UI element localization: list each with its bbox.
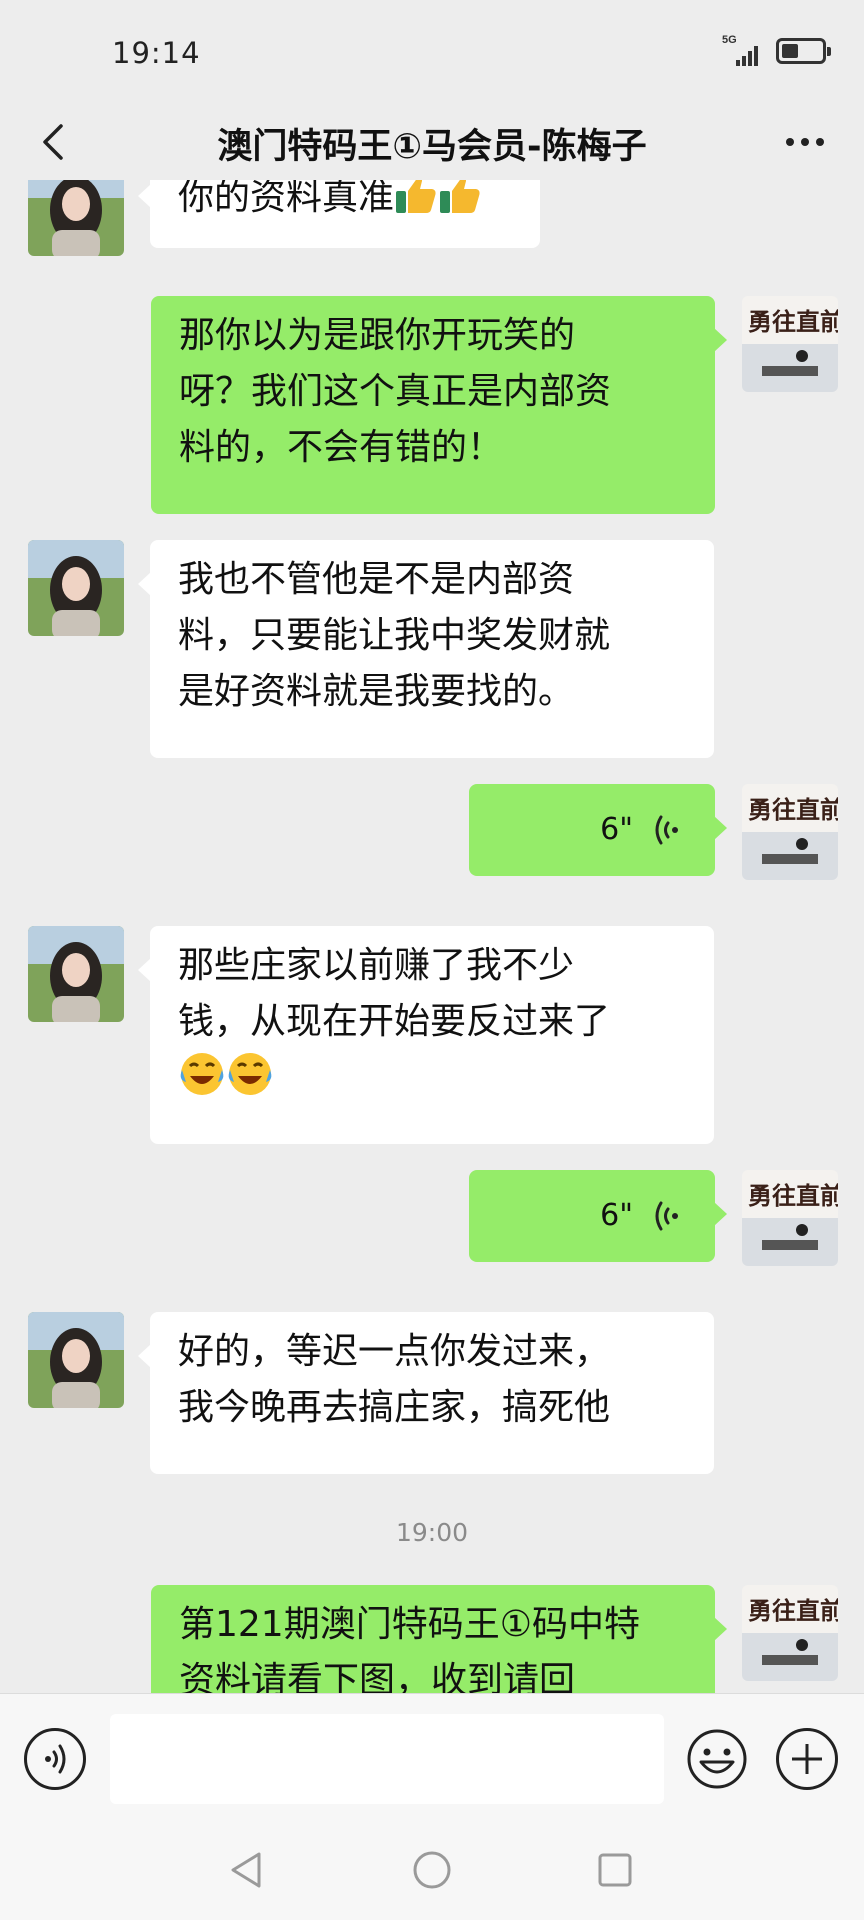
square-recents-icon	[598, 1853, 632, 1887]
battery-icon	[776, 38, 831, 64]
my-avatar[interactable]: 勇往直前	[742, 296, 838, 392]
status-time: 19:14	[112, 36, 201, 70]
more-button[interactable]	[770, 112, 840, 172]
laughing-crying-icon	[180, 1053, 224, 1095]
status-icons: 5G	[722, 34, 831, 66]
voice-wave-icon	[45, 1744, 66, 1774]
contact-avatar[interactable]	[28, 1312, 124, 1408]
message-bubble[interactable]: 你的资料真准	[138, 180, 540, 248]
message-bubble[interactable]: 我也不管他是不是内部资 料，只要能让我中奖发财就 是好资料就是我要找的。	[138, 540, 714, 758]
voice-duration: 6"	[600, 812, 633, 847]
nav-home-button[interactable]	[407, 1845, 457, 1895]
nav-back-button[interactable]	[222, 1845, 272, 1895]
signal-icon: 5G	[722, 34, 764, 66]
message-line: 料的，不会有错的！	[179, 427, 504, 468]
nav-recents-button[interactable]	[590, 1845, 640, 1895]
contact-avatar[interactable]	[28, 180, 124, 256]
message-line: 我也不管他是不是内部资	[178, 559, 575, 600]
message-line: 好的，等迟一点你发过来，	[178, 1331, 611, 1372]
message-list[interactable]: 你的资料真准 那你以为是跟你开玩笑的 呀？我们这个真正是内部资 料的，不会有错的…	[0, 180, 864, 1693]
chat-title: 澳门特码王①马会员-陈梅子	[217, 127, 647, 167]
contact-avatar[interactable]	[28, 926, 124, 1022]
emoji-smile-icon	[687, 1729, 747, 1789]
svg-text:勇往直前: 勇往直前	[748, 1181, 838, 1210]
system-nav-bar	[0, 1823, 864, 1920]
circle-home-icon	[413, 1851, 451, 1889]
emoji-line	[178, 1050, 686, 1109]
message-line: 料，只要能让我中奖发财就	[178, 615, 611, 656]
status-bar: 19:14 5G	[0, 0, 864, 100]
my-avatar[interactable]: 勇往直前	[742, 1170, 838, 1266]
thumbs-up-icon	[440, 180, 480, 213]
message-line: 那些庄家以前赚了我不少	[178, 945, 575, 986]
chat-header: 澳门特码王①马会员-陈梅子	[0, 100, 864, 190]
contact-avatar[interactable]	[28, 540, 124, 636]
voice-message-bubble[interactable]: 6"	[469, 784, 727, 876]
message-line: 资料请看下图，收到请回	[179, 1660, 576, 1693]
message-line: 呀？我们这个真正是内部资	[179, 371, 612, 412]
voice-message-bubble[interactable]: 6"	[469, 1170, 727, 1262]
message-timestamp: 19:00	[395, 1518, 469, 1547]
message-line: 那你以为是跟你开玩笑的	[179, 315, 576, 356]
more-dots-icon	[786, 138, 794, 146]
message-bubble[interactable]: 那些庄家以前赚了我不少 钱，从现在开始要反过来了	[138, 926, 714, 1144]
message-text: 你的资料真准	[178, 180, 395, 218]
thumbs-up-icon	[396, 180, 436, 213]
voice-wave-icon	[655, 815, 678, 845]
voice-input-button[interactable]	[24, 1728, 86, 1790]
triangle-back-icon	[231, 1852, 261, 1888]
svg-text:勇往直前: 勇往直前	[748, 795, 838, 824]
message-input[interactable]	[110, 1714, 664, 1804]
message-bubble[interactable]: 好的，等迟一点你发过来， 我今晚再去搞庄家，搞死他	[138, 1312, 714, 1474]
emoji-button[interactable]	[686, 1728, 748, 1790]
message-line: 第121期澳门特码王①码中特	[179, 1604, 640, 1645]
message-bubble[interactable]: 那你以为是跟你开玩笑的 呀？我们这个真正是内部资 料的，不会有错的！	[151, 296, 727, 514]
my-avatar[interactable]: 勇往直前	[742, 784, 838, 880]
message-bubble[interactable]: 第121期澳门特码王①码中特 资料请看下图，收到请回	[151, 1585, 727, 1693]
svg-text:勇往直前: 勇往直前	[748, 1596, 838, 1625]
message-line: 是好资料就是我要找的。	[178, 671, 575, 712]
message-line: 我今晚再去搞庄家，搞死他	[178, 1387, 611, 1428]
svg-text:勇往直前: 勇往直前	[748, 307, 838, 336]
input-bar	[0, 1693, 864, 1823]
network-label: 5G	[722, 34, 737, 46]
message-line: 钱，从现在开始要反过来了	[178, 1001, 611, 1042]
plus-button[interactable]	[776, 1728, 838, 1790]
voice-wave-icon	[655, 1201, 678, 1231]
my-avatar[interactable]: 勇往直前	[742, 1585, 838, 1681]
laughing-crying-icon	[228, 1053, 272, 1095]
voice-duration: 6"	[600, 1198, 633, 1233]
